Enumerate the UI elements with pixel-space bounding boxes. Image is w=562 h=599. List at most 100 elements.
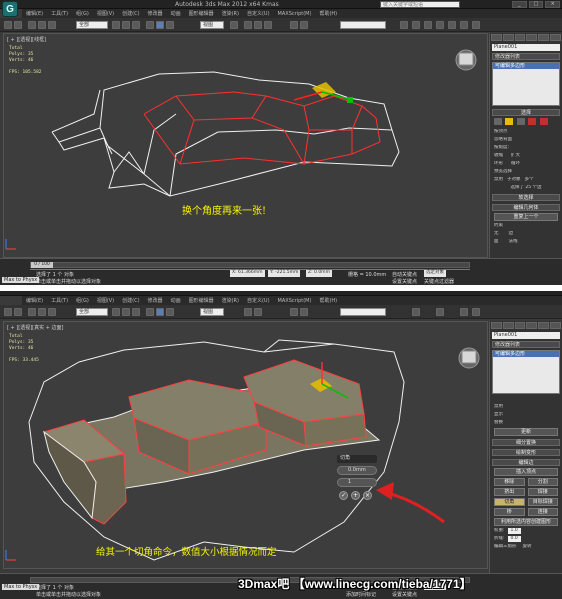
selection-filter-select[interactable]: 全部: [76, 308, 108, 316]
chamfer-segments-field[interactable]: 1: [337, 478, 377, 487]
preview-multi-radio[interactable]: 多个: [525, 177, 534, 183]
menu-item-edit[interactable]: 编辑(E): [26, 10, 43, 17]
link-icon[interactable]: [28, 308, 36, 316]
layer-manager-icon[interactable]: [400, 21, 408, 29]
menu-item-customize[interactable]: 自定义(U): [247, 297, 270, 304]
ring-button[interactable]: 环形: [494, 161, 503, 167]
constraint-normal-radio[interactable]: 法线: [509, 239, 518, 245]
menu-item-animation[interactable]: 动画: [171, 10, 181, 17]
time-slider-frame[interactable]: 0 / 100: [31, 262, 53, 268]
edge-mode-icon[interactable]: [505, 118, 514, 125]
perspective-viewport[interactable]: [ + ][透视][线框] Total Polys: 35 Verts: 46 …: [3, 33, 488, 258]
target-weld-button[interactable]: 目标焊接: [527, 498, 558, 506]
material-editor-icon[interactable]: [436, 308, 444, 316]
maxscript-listener[interactable]: Max to Physx: [2, 277, 40, 283]
rendered-frame-icon[interactable]: [460, 308, 468, 316]
align-icon[interactable]: [300, 21, 308, 29]
move-icon[interactable]: [146, 308, 154, 316]
angle-snap-icon[interactable]: [254, 21, 262, 29]
shrink-button[interactable]: 收缩: [494, 153, 503, 159]
utilities-tab-icon[interactable]: [550, 322, 561, 329]
constraint-face-radio[interactable]: 面: [494, 239, 499, 245]
menu-item-group[interactable]: 组(G): [76, 10, 89, 17]
motion-tab-icon[interactable]: [526, 34, 538, 41]
vertex-mode-icon[interactable]: [494, 118, 502, 125]
reference-coord-select[interactable]: 视图: [200, 308, 224, 316]
curve-editor-icon[interactable]: [412, 308, 420, 316]
ok-icon[interactable]: ✓: [339, 491, 348, 500]
close-button[interactable]: ×: [545, 1, 561, 8]
option-replace-radio[interactable]: 替换: [494, 420, 558, 426]
rotate-icon[interactable]: [156, 21, 164, 29]
rollout-edit-geometry[interactable]: 编辑几何体: [492, 204, 560, 211]
bridge-button[interactable]: 桥: [494, 508, 525, 516]
loop-button[interactable]: 循环: [511, 161, 520, 167]
auto-key-button[interactable]: 自动关键点: [392, 271, 417, 278]
remove-button[interactable]: 移除: [494, 478, 525, 486]
menu-item-help[interactable]: 帮助(H): [319, 10, 337, 17]
coord-z-field[interactable]: Z: 0.0mm: [306, 270, 332, 277]
cancel-icon[interactable]: ×: [363, 491, 372, 500]
rect-selection-icon[interactable]: [132, 21, 140, 29]
preview-disabled-radio[interactable]: 禁用: [494, 177, 503, 183]
object-name-field[interactable]: Plane001: [492, 44, 560, 51]
scale-icon[interactable]: [166, 308, 174, 316]
mirror-icon[interactable]: [290, 21, 298, 29]
modifier-list-select[interactable]: 修改器列表: [492, 53, 560, 60]
chamfer-button[interactable]: 切角: [494, 498, 525, 506]
create-tab-icon[interactable]: [491, 322, 502, 329]
turn-button[interactable]: 旋转: [523, 544, 532, 550]
rendered-frame-icon[interactable]: [460, 21, 468, 29]
mirror-icon[interactable]: [290, 308, 298, 316]
selection-filter-select[interactable]: 全部: [76, 21, 108, 29]
menu-item-create[interactable]: 创建(C): [122, 297, 139, 304]
create-tab-icon[interactable]: [491, 34, 502, 41]
bind-spacewarp-icon[interactable]: [48, 308, 56, 316]
menu-item-customize[interactable]: 自定义(U): [247, 10, 270, 17]
constraint-none-radio[interactable]: 无: [494, 231, 499, 237]
schematic-view-icon[interactable]: [424, 21, 432, 29]
hierarchy-tab-icon[interactable]: [514, 34, 526, 41]
rollout-paint-deformation[interactable]: 绘制变形: [492, 449, 560, 456]
modifier-list-select[interactable]: 修改器列表: [492, 341, 560, 348]
time-slider[interactable]: 0 / 100: [30, 262, 470, 268]
edit-triangulation-button[interactable]: 编辑三角形: [494, 544, 517, 550]
crease-spinner[interactable]: 0.0: [507, 536, 521, 542]
motion-tab-icon[interactable]: [526, 322, 538, 329]
scale-icon[interactable]: [166, 21, 174, 29]
extrude-button[interactable]: 挤出: [494, 488, 525, 496]
connect-button[interactable]: 连接: [527, 508, 558, 516]
menu-item-graph-editors[interactable]: 图形编辑器: [189, 10, 214, 17]
chamfer-amount-field[interactable]: 0.0mm: [337, 466, 377, 475]
menu-item-rendering[interactable]: 渲染(R): [222, 10, 239, 17]
undo-icon[interactable]: [4, 21, 12, 29]
insert-vertex-button[interactable]: 插入顶点: [494, 468, 558, 476]
pivot-icon[interactable]: [230, 21, 238, 29]
menu-item-animation[interactable]: 动画: [171, 297, 181, 304]
select-by-name-icon[interactable]: [122, 308, 130, 316]
hierarchy-tab-icon[interactable]: [514, 322, 526, 329]
coord-y-field[interactable]: Y: -221.5mm: [268, 270, 301, 277]
option-disabled-radio[interactable]: 禁用: [494, 404, 558, 410]
apply-icon[interactable]: +: [351, 491, 360, 500]
utilities-tab-icon[interactable]: [550, 34, 561, 41]
preview-subobj-radio[interactable]: 子对象: [507, 177, 521, 183]
menu-item-group[interactable]: 组(G): [76, 297, 89, 304]
by-vertex-checkbox[interactable]: 按顶点: [494, 129, 558, 135]
select-object-icon[interactable]: [112, 308, 120, 316]
modify-tab-icon[interactable]: [502, 34, 514, 41]
bind-spacewarp-icon[interactable]: [48, 21, 56, 29]
split-button[interactable]: 分割: [527, 478, 558, 486]
search-input[interactable]: 键入关键字或短语: [380, 1, 460, 8]
unlink-icon[interactable]: [38, 308, 46, 316]
rotate-icon[interactable]: [156, 308, 164, 316]
menu-item-tools[interactable]: 工具(T): [51, 297, 68, 304]
rollout-subdivision-displacement[interactable]: 细分置换: [492, 439, 560, 446]
link-icon[interactable]: [28, 21, 36, 29]
repeat-last-button[interactable]: 重复上一个: [494, 213, 558, 221]
angle-snap-icon[interactable]: [254, 308, 262, 316]
object-name-field[interactable]: Plane001: [492, 332, 560, 339]
named-selection-select[interactable]: [340, 21, 386, 29]
stack-item-editable-poly[interactable]: 可编辑多边形: [493, 351, 559, 357]
redo-icon[interactable]: [14, 21, 22, 29]
